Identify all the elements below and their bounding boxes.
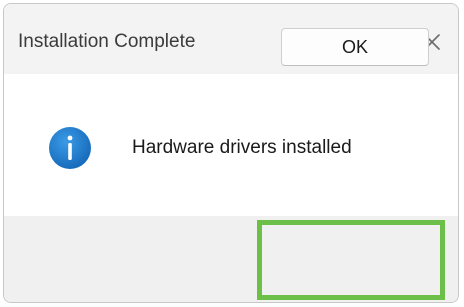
dialog-footer bbox=[4, 216, 458, 302]
dialog-body: Hardware drivers installed bbox=[4, 74, 458, 216]
info-icon bbox=[48, 126, 92, 170]
dialog-message: Hardware drivers installed bbox=[132, 137, 352, 158]
ok-button[interactable]: OK bbox=[281, 28, 429, 66]
dialog-title: Installation Complete bbox=[18, 31, 196, 52]
ok-button-highlight bbox=[257, 220, 445, 300]
